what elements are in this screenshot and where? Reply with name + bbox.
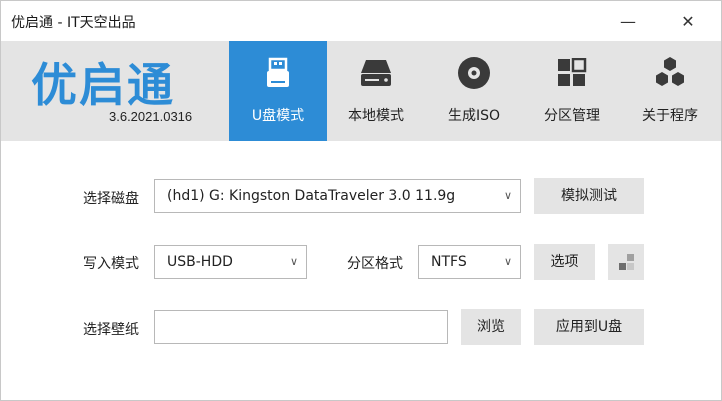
title-bar: 优启通 - IT天空出品 — ✕	[1, 1, 721, 41]
partition-grid-icon	[558, 58, 587, 86]
write-mode-value: USB-HDD	[167, 254, 233, 270]
write-mode-label: 写入模式	[83, 256, 139, 272]
write-mode-select[interactable]: USB-HDD ∨	[154, 245, 307, 279]
tab-local-mode[interactable]: 本地模式	[327, 41, 425, 141]
browse-button[interactable]: 浏览	[461, 309, 521, 345]
chevron-down-icon: ∨	[503, 255, 512, 268]
usb-mode-panel: 选择磁盘 (hd1) G: Kingston DataTraveler 3.0 …	[1, 141, 721, 400]
tab-usb-mode[interactable]: U盘模式	[229, 41, 327, 141]
tab-partition-manager[interactable]: 分区管理	[523, 41, 621, 141]
tab-make-iso[interactable]: 生成ISO	[425, 41, 523, 141]
header-banner: 优启通 3.6.2021.0316 U盘模式 本地模式 生成ISO 分区管理 关…	[1, 41, 721, 141]
tab-label: U盘模式	[251, 108, 305, 124]
disk-label: 选择磁盘	[83, 191, 139, 207]
disk-select-value: (hd1) G: Kingston DataTraveler 3.0 11.9g	[167, 188, 456, 204]
simulate-test-button[interactable]: 模拟测试	[534, 178, 644, 214]
minimize-button[interactable]: —	[613, 9, 643, 33]
chevron-down-icon: ∨	[503, 189, 512, 202]
disk-select[interactable]: (hd1) G: Kingston DataTraveler 3.0 11.9g…	[154, 179, 521, 213]
hexagon-cluster-icon	[656, 57, 684, 86]
close-icon: ✕	[681, 11, 695, 31]
extra-options-button[interactable]	[608, 244, 644, 280]
disc-icon	[458, 57, 490, 89]
wallpaper-path-input[interactable]	[154, 310, 448, 344]
hard-drive-icon	[361, 60, 391, 86]
app-logo: 优启通	[31, 59, 175, 107]
options-button[interactable]: 选项	[534, 244, 595, 280]
chevron-down-icon: ∨	[289, 255, 298, 268]
tiles-icon	[619, 254, 634, 270]
tab-label: 分区管理	[544, 108, 600, 124]
partition-format-select[interactable]: NTFS ∨	[418, 245, 521, 279]
app-window: 优启通 - IT天空出品 — ✕ 优启通 3.6.2021.0316 U盘模式 …	[0, 0, 722, 401]
tab-label: 关于程序	[642, 108, 698, 124]
apply-to-usb-button[interactable]: 应用到U盘	[534, 309, 644, 345]
tab-label: 本地模式	[348, 108, 404, 124]
logo-text: 优启通	[31, 59, 175, 107]
tab-label: 生成ISO	[447, 108, 501, 124]
wallpaper-label: 选择壁纸	[83, 322, 139, 338]
window-title: 优启通 - IT天空出品	[11, 15, 136, 31]
partition-format-label: 分区格式	[347, 256, 403, 272]
minimize-icon: —	[620, 11, 636, 31]
version-label: 3.6.2021.0316	[109, 109, 193, 124]
usb-drive-icon	[267, 57, 289, 87]
partition-format-value: NTFS	[431, 254, 467, 270]
close-button[interactable]: ✕	[673, 9, 703, 33]
tab-about[interactable]: 关于程序	[621, 41, 719, 141]
